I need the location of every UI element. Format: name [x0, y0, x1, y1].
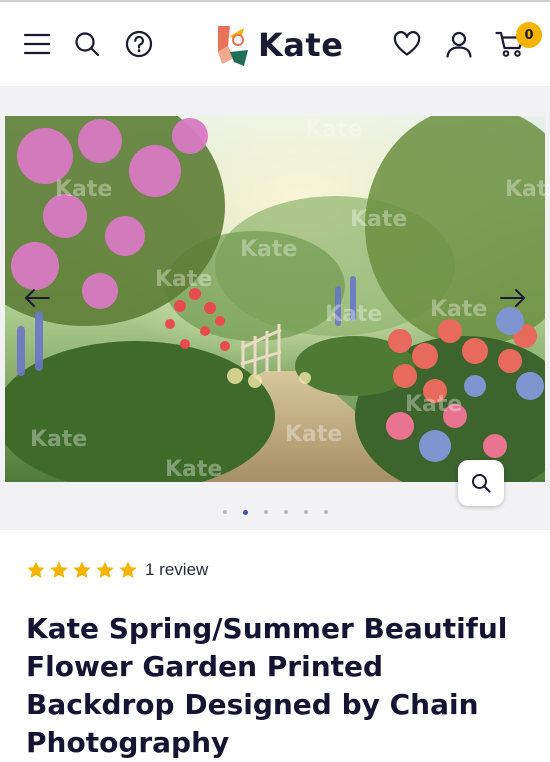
pagination-dot[interactable] [303, 510, 308, 514]
rating-stars [26, 560, 141, 580]
pagination-dot[interactable] [323, 510, 328, 514]
star-icon [119, 561, 137, 578]
account-button[interactable] [441, 26, 477, 62]
pagination-dot[interactable] [263, 510, 268, 514]
zoom-icon [472, 474, 491, 493]
kate-logo-icon [218, 26, 248, 66]
svg-text:Kate: Kate [405, 392, 462, 417]
brand-name: Kate [258, 26, 344, 64]
pagination-dot[interactable] [283, 510, 288, 514]
menu-button[interactable] [19, 26, 55, 62]
search-icon [75, 32, 100, 57]
search-button[interactable] [69, 26, 105, 62]
star-icon [50, 561, 68, 578]
svg-text:Kate: Kate [30, 427, 87, 452]
arrow-left-icon [25, 289, 50, 307]
pagination-dot[interactable] [242, 510, 248, 515]
svg-text:Kate: Kate [165, 457, 222, 482]
arrow-right-icon [500, 289, 525, 307]
wishlist-button[interactable] [389, 26, 425, 62]
site-header: Kate 0 [0, 2, 550, 86]
svg-text:Kate: Kate [240, 237, 297, 262]
svg-text:Kate: Kate [55, 177, 112, 202]
review-count-link[interactable]: 1 review [145, 560, 208, 580]
svg-text:Kate: Kate [285, 422, 342, 447]
heart-icon [393, 31, 421, 56]
product-rating[interactable]: 1 review [26, 560, 208, 580]
user-icon [446, 31, 472, 58]
svg-text:Kate: Kate [350, 207, 407, 232]
cart-count-badge: 0 [516, 22, 542, 48]
svg-text:Kate: Kate [430, 297, 487, 322]
pagination-dot[interactable] [222, 510, 227, 514]
previous-image-button[interactable] [22, 283, 52, 313]
garden-backdrop-image: Kate Kate Kate Kate Kate Kate Kate Kate Kate K… [5, 116, 545, 482]
svg-text:Kate: Kate [505, 177, 545, 202]
svg-text:Kate: Kate [305, 117, 362, 142]
svg-text:Kate: Kate [325, 302, 382, 327]
help-button[interactable] [121, 26, 157, 62]
zoom-button[interactable] [458, 460, 504, 506]
product-title: Kate Spring/Summer Beautiful Flower Gard… [26, 612, 508, 759]
menu-icon [24, 33, 50, 55]
star-icon [27, 561, 45, 578]
help-icon [125, 30, 153, 58]
star-icon [96, 561, 114, 578]
next-image-button[interactable] [498, 283, 528, 313]
product-image[interactable]: Kate Kate Kate Kate Kate Kate Kate Kate Kate K… [5, 116, 545, 482]
svg-text:Kate: Kate [155, 267, 212, 292]
gallery-pagination [0, 510, 550, 515]
star-icon [73, 561, 91, 578]
brand-logo[interactable]: Kate [214, 20, 343, 70]
